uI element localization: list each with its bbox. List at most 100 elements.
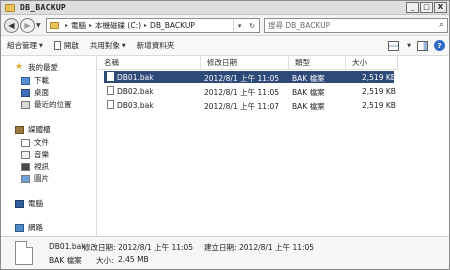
nav-item-music[interactable]: 音樂 [21,149,49,160]
nav-label: 下載 [34,76,49,85]
nav-label: 音樂 [34,150,49,159]
details-pane: DB01.bak 修改日期: 2012/8/1 上午 11:05 建立日期: 2… [1,236,449,269]
help-icon[interactable]: ? [434,40,445,51]
computer-icon [15,199,24,208]
new-folder-button[interactable]: 新增資料夾 [137,40,175,51]
column-header-size[interactable]: 大小 [346,56,398,70]
column-header-type[interactable]: 類型 [289,56,346,70]
nav-label: 桌面 [34,88,49,97]
refresh-icon[interactable]: ↻ [249,22,255,30]
file-size: 2,519 KB [362,101,396,110]
nav-label: 視訊 [34,162,49,171]
details-modified-label: 修改日期: [83,243,116,252]
preview-pane-icon[interactable] [417,40,428,51]
share-button[interactable]: 共用對象 ▼ [90,40,126,51]
file-icon [107,100,114,109]
details-created-value: 2012/8/1 上午 11:05 [239,243,315,252]
nav-item-computer[interactable]: 電腦 [15,198,43,209]
nav-label: 網路 [28,223,43,232]
file-row[interactable]: DB03.bak 2012/8/1 上午 11:07 BAK 檔案 2,519 … [104,99,396,111]
open-button[interactable]: 開啟 [53,40,79,51]
arrow-left-icon: ◀ [8,21,15,30]
arrow-right-icon: ▶ [24,21,31,30]
nav-label: 電腦 [28,199,43,208]
nav-item-desktop[interactable]: 桌面 [21,87,49,98]
address-actions: ▾ ↻ [233,19,259,32]
file-row[interactable]: DB02.bak 2012/8/1 上午 11:05 BAK 檔案 2,519 … [104,85,396,97]
nav-item-network[interactable]: 網路 [15,222,43,233]
nav-label: 最近的位置 [34,100,72,109]
folder-icon [5,3,15,12]
organize-button[interactable]: 組合管理 ▼ [7,40,43,51]
file-row[interactable]: DB01.bak 2012/8/1 上午 11:05 BAK 檔案 2,519 … [104,71,396,83]
document-icon [53,41,61,50]
nav-item-recent[interactable]: 最近的位置 [21,99,72,110]
nav-item-favorites[interactable]: ★ 我的最愛 [15,62,58,73]
nav-item-videos[interactable]: 視訊 [21,161,49,172]
navigation-pane: ★ 我的最愛 下載 桌面 最近的位置 媒體櫃 文件 音樂 視訊 圖片 電腦 網路 [1,56,97,236]
caret-down-icon[interactable]: ▼ [407,43,411,49]
open-label: 開啟 [63,41,79,50]
window-title: DB_BACKUP [20,3,67,12]
column-label: 名稱 [104,58,119,67]
chevron-right-icon[interactable]: ▸ [89,22,92,29]
chevron-right-icon[interactable]: ▸ [65,22,68,29]
file-icon [107,86,114,95]
command-bar: 組合管理 ▼ 開啟 共用對象 ▼ 新增資料夾 ▼ ? [1,36,449,56]
window-controls: _ □ X [406,2,447,13]
file-modified: 2012/8/1 上午 11:05 [204,88,280,97]
libraries-icon [15,125,24,134]
column-label: 修改日期 [207,58,237,67]
back-button[interactable]: ◀ [4,18,19,33]
file-name: DB01.bak [117,73,154,82]
column-label: 大小 [352,58,367,67]
maximize-button[interactable]: □ [420,2,433,13]
recent-pages-dropdown-icon[interactable]: ▼ [36,22,41,29]
file-size: 2,519 KB [362,87,396,96]
recent-places-icon [21,100,30,109]
column-header-name[interactable]: 名稱 [98,56,201,70]
change-view-icon[interactable] [388,40,400,51]
column-label: 類型 [295,58,310,67]
documents-icon [21,138,30,147]
close-button[interactable]: X [434,2,447,13]
organize-label: 組合管理 [7,41,37,50]
folder-icon [50,22,59,29]
file-modified: 2012/8/1 上午 11:05 [204,74,280,83]
breadcrumb-db-backup[interactable]: DB_BACKUP [150,21,195,30]
nav-item-downloads[interactable]: 下載 [21,75,49,86]
nav-item-libraries[interactable]: 媒體櫃 [15,124,51,135]
forward-button[interactable]: ▶ [20,18,35,33]
file-size: 2,519 KB [362,73,396,82]
nav-item-pictures[interactable]: 圖片 [21,173,49,184]
column-header-modified[interactable]: 修改日期 [201,56,289,70]
nav-label: 媒體櫃 [28,125,51,134]
breadcrumb-local-disk[interactable]: 本機磁碟 (C:) [95,20,141,31]
minimize-button[interactable]: _ [406,2,419,13]
file-modified: 2012/8/1 上午 11:07 [204,102,280,111]
file-name: DB02.bak [117,87,154,96]
file-icon [107,72,114,81]
explorer-window: DB_BACKUP _ □ X ◀ ▶ ▼ ▸ 電腦 ▸ 本機磁碟 (C:) ▸… [0,0,450,270]
details-created-label: 建立日期: [204,243,237,252]
file-list: 名稱 修改日期 類型 大小 DB01.bak 2012/8/1 上午 11:05… [98,56,449,236]
nav-label: 文件 [34,138,49,147]
chevron-down-icon[interactable]: ▾ [238,22,242,30]
caret-down-icon: ▼ [39,42,43,49]
videos-icon [21,162,30,171]
file-type: BAK 檔案 [292,74,325,83]
details-size-value: 2.45 MB [118,255,149,264]
search-input[interactable]: 搜尋 DB_BACKUP ⌕ [264,18,448,33]
breadcrumb-computer[interactable]: 電腦 [71,20,86,31]
share-label: 共用對象 [89,41,120,50]
address-bar[interactable]: ▸ 電腦 ▸ 本機磁碟 (C:) ▸ DB_BACKUP ▾ ↻ [46,18,260,33]
nav-label: 我的最愛 [28,63,58,72]
search-placeholder: 搜尋 DB_BACKUP [268,21,331,30]
star-icon: ★ [15,62,24,72]
details-file-type: BAK 檔案 [49,256,82,265]
search-icon[interactable]: ⌕ [439,20,444,30]
details-size-label: 大小: [96,256,114,265]
nav-item-documents[interactable]: 文件 [21,137,49,148]
chevron-right-icon[interactable]: ▸ [144,22,147,29]
pictures-icon [21,174,30,183]
